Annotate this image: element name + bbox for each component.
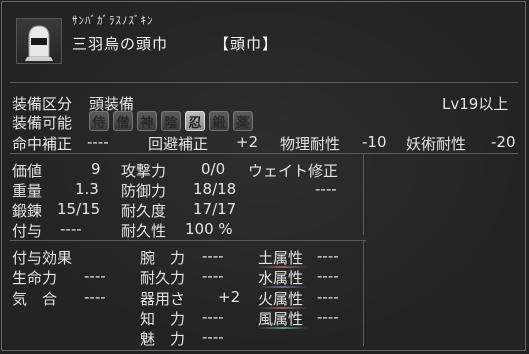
effects-vertical-divider: [363, 240, 364, 346]
level-requirement: Lv19以上: [442, 95, 509, 113]
class-badge-onmyoji: 陰: [161, 111, 181, 131]
class-badge-priest: 神: [137, 111, 157, 131]
equip-divider: [10, 153, 518, 154]
life-label: 生命力: [12, 269, 58, 287]
physical-resistance-label: 物理耐性: [280, 135, 341, 153]
strength-label: 腕 力: [140, 249, 186, 267]
defense-value: 18/18: [193, 180, 237, 198]
class-badge-samurai: 侍: [89, 111, 109, 131]
water-element-value: ----: [317, 267, 339, 285]
evade-correction-value: +2: [236, 133, 259, 151]
endurance-label: 耐久性: [121, 222, 167, 240]
stamina-value: ----: [202, 267, 224, 285]
item-reading: ｻﾝﾊﾞｶﾞﾗｽﾉｽﾞｷﾝ: [72, 14, 154, 27]
hit-correction-value: ----: [87, 133, 109, 151]
life-value: ----: [84, 267, 106, 285]
forge-label: 鍛錬: [12, 202, 43, 220]
class-badge-pharmacist: 薬: [233, 111, 253, 131]
grant-label: 付与: [12, 222, 43, 240]
magic-resistance-label: 妖術耐性: [406, 135, 467, 153]
hit-correction-label: 命中補正: [12, 135, 73, 153]
class-badge-smith: 鍛: [209, 111, 229, 131]
attack-label: 攻撃力: [121, 162, 167, 180]
earth-element-value: ----: [317, 247, 339, 265]
effects-title: 付与効果: [12, 249, 73, 267]
item-tooltip: ｻﾝﾊﾞｶﾞﾗｽﾉｽﾞｷﾝ 三羽烏の頭巾 【頭巾】 装備区分 頭装備 Lv19以…: [1, 1, 526, 351]
magic-resistance-value: -20: [491, 133, 516, 151]
weight-value: 1.3: [75, 180, 99, 198]
hood-icon: [25, 25, 53, 61]
price-label: 価値: [12, 162, 43, 180]
fire-element-label: 火属性: [258, 290, 304, 308]
fire-element-value: ----: [317, 288, 339, 306]
wind-element-label: 風属性: [258, 310, 304, 328]
stamina-label: 耐久力: [140, 269, 186, 287]
earth-element-label: 土属性: [258, 249, 304, 267]
evade-correction-label: 回避補正: [148, 135, 209, 153]
item-category-tag: 【頭巾】: [214, 35, 279, 53]
weight-mod-value: ----: [315, 180, 337, 198]
physical-resistance-value: -10: [362, 133, 387, 151]
header-divider: [10, 82, 518, 83]
attack-value: 0/0: [201, 160, 226, 178]
dexterity-label: 器用さ: [140, 290, 186, 308]
stats-vertical-divider: [363, 153, 364, 235]
weight-mod-label: ウェイト修正: [248, 162, 339, 180]
intelligence-label: 知 力: [140, 310, 186, 328]
endurance-value: 100 %: [185, 220, 233, 238]
water-element-label: 水属性: [258, 269, 304, 287]
price-value: 9: [91, 160, 101, 178]
durability-value: 17/17: [193, 200, 237, 218]
charisma-label: 魅 力: [140, 330, 186, 348]
class-badge-monk: 僧: [113, 111, 133, 131]
forge-value: 15/15: [57, 200, 101, 218]
strength-value: ----: [202, 247, 224, 265]
class-badge-ninja: 忍: [185, 111, 205, 131]
stats-divider: [10, 240, 366, 241]
item-icon-slot: [16, 18, 62, 64]
item-name: 三羽烏の頭巾: [72, 35, 169, 53]
grant-value: ----: [60, 220, 82, 238]
defense-label: 防御力: [121, 182, 167, 200]
slot-label: 装備区分: [12, 95, 73, 113]
charisma-value: ----: [202, 328, 224, 346]
usable-label: 装備可能: [12, 114, 73, 132]
wind-element-value: ----: [317, 308, 339, 326]
ki-label: 気 合: [12, 290, 58, 308]
intelligence-value: ----: [202, 308, 224, 326]
weight-label: 重量: [12, 182, 43, 200]
wind-element-underline: [258, 327, 308, 329]
durability-label: 耐久度: [121, 202, 167, 220]
dexterity-value: +2: [218, 288, 241, 306]
ki-value: ----: [84, 288, 106, 306]
